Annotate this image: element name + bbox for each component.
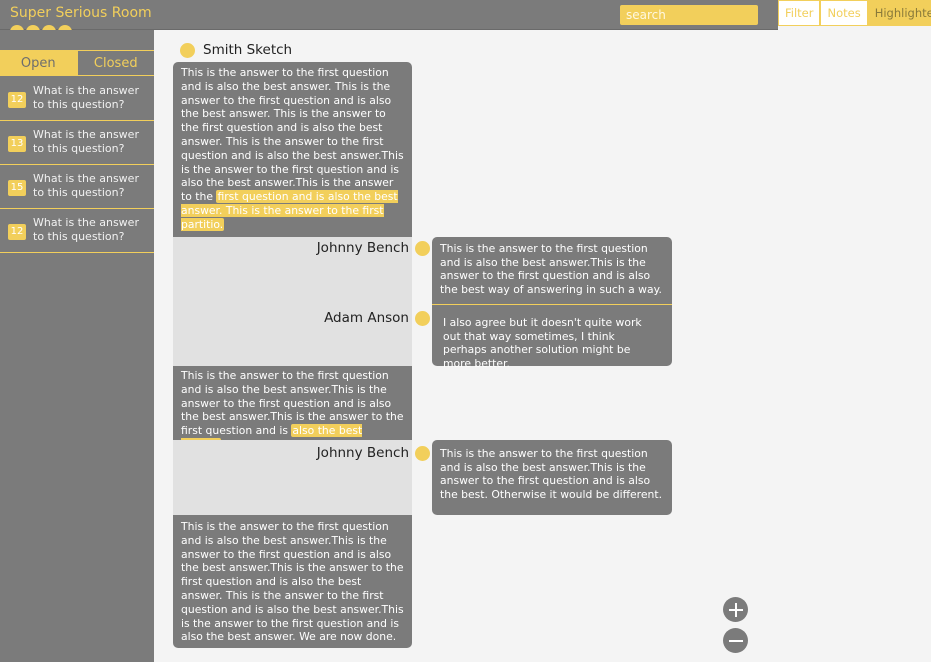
commenter-name: Johnny Bench (316, 240, 409, 256)
question-text: What is the answer to this question? (33, 172, 139, 199)
comment-card[interactable]: This is the answer to the first question… (432, 237, 672, 304)
comment-gap: Johnny Bench Adam Anson (173, 237, 412, 366)
question-item[interactable]: 15 What is the answer to this question? (0, 165, 154, 209)
view-tabs: Filter Notes Highlighted (778, 0, 931, 26)
commenter-avatar[interactable] (415, 446, 430, 461)
comment-gap: Johnny Bench (173, 440, 412, 515)
question-count-badge: 12 (8, 224, 26, 240)
question-item[interactable]: 12 What is the answer to this question? (0, 77, 154, 121)
status-toggle: Open Closed (0, 50, 154, 76)
room-title: Super Serious Room (10, 5, 152, 21)
comment-card[interactable]: This is the answer to the first question… (432, 440, 672, 515)
document-paragraph[interactable]: This is the answer to the first question… (173, 62, 412, 237)
commenter-name: Johnny Bench (316, 445, 409, 461)
document-author: Smith Sketch (180, 42, 292, 58)
commenter-avatar[interactable] (415, 311, 430, 326)
question-item[interactable]: 12 What is the answer to this question? (0, 209, 154, 253)
tab-open[interactable]: Open (0, 51, 77, 75)
question-text: What is the answer to this question? (33, 128, 139, 155)
document-paragraph[interactable]: This is the answer to the first question… (173, 515, 412, 648)
sidebar: Open Closed 12 What is the answer to thi… (0, 30, 154, 662)
comment-text: I also agree but it doesn't quite work o… (443, 316, 642, 370)
commenter-name: Adam Anson (324, 310, 409, 326)
zoom-out-button[interactable] (723, 628, 748, 653)
comment-text: This is the answer to the first question… (440, 242, 662, 296)
author-name: Smith Sketch (203, 42, 293, 58)
question-count-badge: 15 (8, 180, 26, 196)
question-list: 12 What is the answer to this question? … (0, 77, 154, 253)
search-input[interactable] (620, 5, 758, 25)
question-count-badge: 12 (8, 92, 26, 108)
question-text: What is the answer to this question? (33, 84, 139, 111)
document-paragraph[interactable]: This is the answer to the first question… (173, 366, 412, 451)
minus-circle-icon (728, 639, 743, 642)
author-avatar[interactable] (180, 42, 195, 58)
plus-circle-icon (728, 602, 743, 617)
tab-closed[interactable]: Closed (76, 51, 154, 75)
tab-highlighted[interactable]: Highlighted (867, 0, 931, 26)
question-item[interactable]: 13 What is the answer to this question? (0, 121, 154, 165)
paragraph-text: This is the answer to the first question… (181, 66, 404, 204)
tab-notes[interactable]: Notes (820, 0, 868, 26)
paragraph-text: This is the answer to the first question… (181, 520, 404, 644)
commenter-avatar[interactable] (415, 241, 430, 256)
zoom-in-button[interactable] (723, 597, 748, 622)
comment-card[interactable]: I also agree but it doesn't quite work o… (432, 304, 672, 370)
question-count-badge: 13 (8, 136, 26, 152)
question-text: What is the answer to this question? (33, 216, 139, 243)
tab-filter[interactable]: Filter (778, 0, 821, 26)
top-bar: Super Serious Room (0, 0, 778, 30)
comment-text: This is the answer to the first question… (440, 447, 663, 501)
